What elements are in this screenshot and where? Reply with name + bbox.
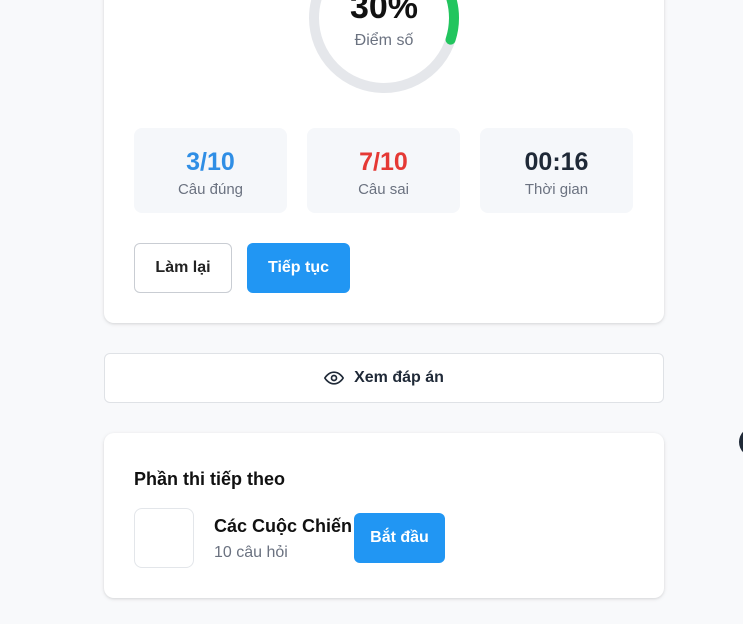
quiz-name: Các Cuộc Chiến (214, 516, 353, 536)
stat-correct-label: Câu đúng (177, 181, 244, 198)
stat-wrong: 7/10 Câu sai (307, 128, 460, 213)
stat-wrong-value: 7/10 (359, 148, 408, 176)
quiz-thumbnail (134, 508, 194, 568)
view-answers-button[interactable]: Xem đáp án (104, 353, 664, 403)
view-answers-label: Xem đáp án (354, 369, 444, 386)
stat-time-label: Thời gian (524, 181, 589, 198)
next-section-card: Phần thi tiếp theo Các Cuộc Chiến 10 câu… (104, 433, 664, 598)
stat-wrong-label: Câu sai (358, 181, 409, 198)
stat-time-value: 00:16 (524, 148, 589, 176)
stat-time: 00:16 Thời gian (480, 128, 633, 213)
stat-correct-value: 3/10 (186, 148, 235, 176)
eye-icon (324, 371, 345, 385)
stat-correct: 3/10 Câu đúng (134, 128, 287, 213)
retry-button[interactable]: Làm lại (134, 243, 232, 293)
continue-button[interactable]: Tiếp tục (247, 243, 350, 293)
next-section-title: Phần thi tiếp theo (134, 469, 285, 489)
floating-button[interactable] (739, 427, 743, 457)
score-label: Điểm số (354, 32, 414, 49)
score-value: 30% (349, 0, 419, 26)
quiz-question-count: 10 câu hỏi (214, 544, 288, 561)
start-button[interactable]: Bắt đầu (354, 513, 445, 563)
